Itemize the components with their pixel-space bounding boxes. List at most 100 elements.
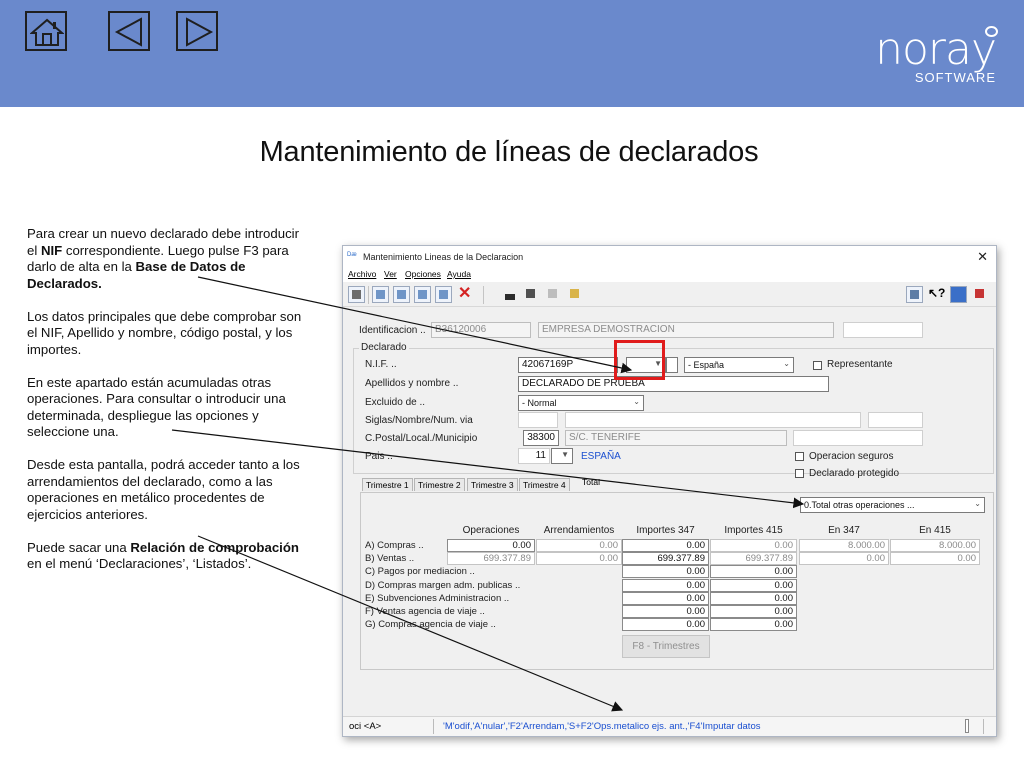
municipio-input[interactable] xyxy=(793,430,923,446)
representante-checkbox[interactable] xyxy=(813,361,822,370)
menu-archivo[interactable]: Archivo xyxy=(348,269,376,279)
window-titlebar: Dæ Mantenimiento Lineas de la Declaracio… xyxy=(343,246,996,266)
op-seguros-checkbox[interactable] xyxy=(795,452,804,461)
status-separator xyxy=(983,719,984,734)
numero-via-input[interactable] xyxy=(868,412,923,428)
grid-cell-arrendamientos[interactable]: 0.00 xyxy=(536,552,622,566)
excluido-dropdown-value: - Normal xyxy=(522,398,557,408)
menu-bar: Archivo Ver Opciones Ayuda xyxy=(343,266,996,282)
text-run: Los datos principales que debe comprobar… xyxy=(27,308,302,357)
grid-cell-importes-347[interactable]: 0.00 xyxy=(622,578,709,592)
grid-cell-importes-415[interactable]: 0.00 xyxy=(710,618,797,632)
pais-code-dropdown[interactable]: ▼ xyxy=(551,448,573,464)
text-run: Desde esta pantalla, podrá acceder tanto… xyxy=(27,457,300,522)
new-record-icon[interactable] xyxy=(372,286,389,303)
calculator-icon[interactable] xyxy=(523,286,540,303)
help-pointer-icon[interactable]: ↖? xyxy=(928,286,945,303)
copy-record-icon[interactable] xyxy=(393,286,410,303)
tab-trimestre-1[interactable]: Trimestre 1 xyxy=(362,478,413,491)
delete-icon[interactable]: ✕ xyxy=(458,286,475,303)
otras-operaciones-dropdown[interactable]: 0.Total otras operaciones ... ⌄ xyxy=(800,497,985,513)
document-icon[interactable] xyxy=(545,286,562,303)
edit-record-icon[interactable] xyxy=(414,286,431,303)
pais-name: ESPAÑA xyxy=(581,451,621,462)
status-hint: 'M'odif,'A'nular','F2'Arrendam,'S+F2'Ops… xyxy=(443,721,761,732)
home-button[interactable] xyxy=(25,11,67,51)
grid-cell-importes-415[interactable]: 0.00 xyxy=(710,591,797,605)
tab-trimestre-3[interactable]: Trimestre 3 xyxy=(467,478,518,491)
nif-dropdown-extra[interactable] xyxy=(666,357,678,373)
grid-header-en-415: En 415 xyxy=(919,525,951,536)
excluido-label: Excluido de .. xyxy=(365,397,426,408)
grid-cell-importes-347[interactable]: 0.00 xyxy=(622,565,709,579)
explanation-paragraph: En este apartado están acumuladas otras … xyxy=(27,375,305,441)
grid-cell-importes-347[interactable]: 0.00 xyxy=(622,605,709,618)
grid-cell-importes-347[interactable]: 0.00 xyxy=(622,591,709,605)
grid-row-label: G) Compras agencia de viaje .. xyxy=(365,619,496,631)
grid-cell-en-415[interactable]: 8.000.00 xyxy=(890,539,980,552)
grid-cell-operaciones[interactable]: 0.00 xyxy=(447,539,535,552)
grid-cell-importes-415[interactable]: 0.00 xyxy=(710,578,797,592)
slide: noray SOFTWARE Mantenimiento de líneas d… xyxy=(0,0,1024,768)
grid-cell-en-415[interactable]: 0.00 xyxy=(890,552,980,566)
nombre-via-input[interactable] xyxy=(565,412,861,428)
siglas-input[interactable] xyxy=(518,412,558,428)
next-button[interactable] xyxy=(176,11,218,51)
grid-header-arrendamientos: Arrendamientos xyxy=(543,525,615,536)
save-icon[interactable] xyxy=(348,286,365,303)
logo-ring-icon xyxy=(985,26,998,37)
toolbar: ✕ ↖? xyxy=(343,283,996,307)
stamp-icon[interactable] xyxy=(502,286,519,303)
grid-row-label: D) Compras margen adm. publicas .. xyxy=(365,579,521,591)
menu-ayuda[interactable]: Ayuda xyxy=(447,269,471,279)
window-title: Mantenimiento Lineas de la Declaracion xyxy=(363,252,524,262)
grid-cell-importes-415[interactable]: 699.377.89 xyxy=(710,552,797,566)
op-seguros-label: Operacion seguros xyxy=(809,451,894,462)
grid-cell-en-347[interactable]: 8.000.00 xyxy=(799,539,889,552)
identificacion-extra-field[interactable] xyxy=(843,322,923,338)
chevron-down-icon: ⌄ xyxy=(783,359,790,368)
close-icon[interactable]: ✕ xyxy=(977,249,988,265)
grid-cell-importes-347[interactable]: 699.377.89 xyxy=(622,552,709,566)
menu-opciones[interactable]: Opciones xyxy=(405,269,441,279)
menu-ver[interactable]: Ver xyxy=(384,269,397,279)
open-record-icon[interactable] xyxy=(435,286,452,303)
back-arrow-icon xyxy=(114,17,142,47)
protegido-checkbox[interactable] xyxy=(795,469,804,478)
grid-cell-en-347[interactable]: 0.00 xyxy=(799,552,889,566)
pais-code-input[interactable]: 11 xyxy=(518,448,550,464)
explanation-paragraph: Desde esta pantalla, podrá acceder tanto… xyxy=(27,457,305,523)
tab-total[interactable]: Total xyxy=(579,476,603,489)
toolbar-separator xyxy=(368,286,369,304)
logo-subtitle: SOFTWARE xyxy=(914,70,996,85)
home-icon xyxy=(30,18,64,46)
excluido-dropdown[interactable]: - Normal ⌄ xyxy=(518,395,644,411)
grid-cell-importes-415[interactable]: 0.00 xyxy=(710,565,797,579)
grid-row-label: B) Ventas .. xyxy=(365,553,415,565)
grid-cell-arrendamientos[interactable]: 0.00 xyxy=(536,539,622,552)
f8-trimestres-button[interactable]: F8 - Trimestres xyxy=(622,635,710,658)
previous-button[interactable] xyxy=(108,11,150,51)
forward-arrow-icon xyxy=(186,17,214,47)
cp-input[interactable]: 38300 xyxy=(523,430,559,446)
tab-trimestre-4[interactable]: Trimestre 4 xyxy=(519,478,570,491)
help-icon[interactable] xyxy=(950,286,967,303)
nif-input[interactable]: 42067169P xyxy=(518,357,618,373)
grid-cell-importes-347[interactable]: 0.00 xyxy=(622,618,709,632)
pais-dropdown-value: - España xyxy=(688,360,725,370)
print-icon[interactable] xyxy=(906,286,923,303)
grid-cell-importes-347[interactable]: 0.00 xyxy=(622,539,709,552)
apellidos-label: Apellidos y nombre .. xyxy=(365,378,459,389)
apellidos-input[interactable]: DECLARADO DE PRUEBA xyxy=(518,376,829,392)
grid-cell-operaciones[interactable]: 699.377.89 xyxy=(447,552,535,566)
check-edit-icon[interactable] xyxy=(567,286,584,303)
tab-trimestre-2[interactable]: Trimestre 2 xyxy=(414,478,465,491)
status-mode: oci <A> xyxy=(349,721,382,732)
grid-cell-importes-415[interactable]: 0.00 xyxy=(710,605,797,618)
logo-wordmark: noray xyxy=(875,24,997,75)
grid-cell-importes-415[interactable]: 0.00 xyxy=(710,539,797,552)
exit-icon[interactable] xyxy=(972,286,989,303)
otras-operaciones-value: 0.Total otras operaciones ... xyxy=(804,500,915,510)
text-run: en el menú ‘Declaraciones’, ‘Listados’. xyxy=(27,556,252,571)
pais-dropdown[interactable]: - España ⌄ xyxy=(684,357,794,373)
